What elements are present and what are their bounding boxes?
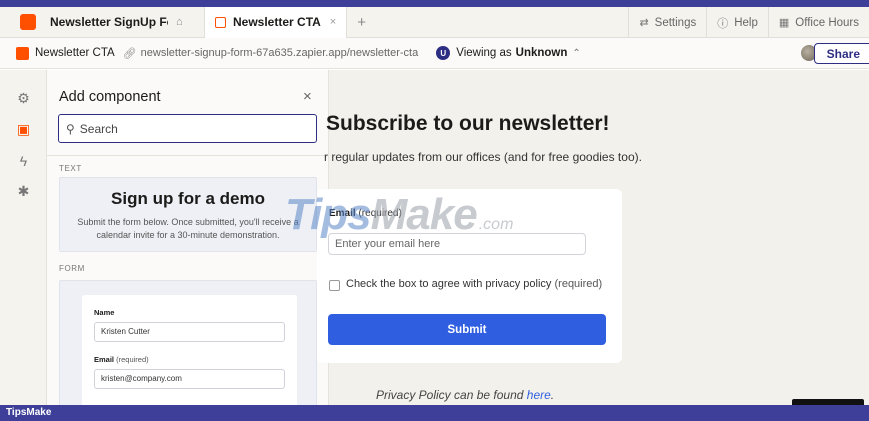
share-button[interactable]: Share: [813, 43, 869, 64]
home-icon[interactable]: ⌂: [176, 16, 190, 28]
close-tab-icon[interactable]: ×: [330, 16, 336, 28]
section-label-form: FORM: [59, 264, 85, 273]
checkbox-required: (required): [554, 278, 603, 290]
privacy-note: Privacy Policy can be found here.: [376, 388, 554, 402]
panel-title: Add component: [59, 89, 161, 105]
privacy-checkbox[interactable]: [329, 280, 340, 291]
link-icon[interactable]: 🔗︎: [123, 47, 137, 60]
chevron-updown-icon: ⌃: [572, 47, 581, 59]
footer-strip: TipsMake: [0, 405, 869, 421]
form-email-field: kristen@company.com: [94, 369, 285, 389]
office-hours-label: Office Hours: [795, 16, 859, 29]
privacy-text: Privacy Policy can be found: [376, 388, 524, 402]
viewing-prefix: Viewing as: [456, 47, 512, 59]
close-icon[interactable]: ×: [303, 88, 312, 105]
tab-bar: Newsletter SignUp Fo... ⌂ Newsletter CTA…: [0, 7, 869, 38]
lightning-icon[interactable]: ϟ: [15, 153, 32, 170]
submit-button[interactable]: Submit: [328, 314, 606, 345]
search-input[interactable]: [79, 121, 300, 136]
bug-icon[interactable]: ✱: [15, 183, 32, 200]
tab-newsletter-cta[interactable]: Newsletter CTA ×: [204, 7, 348, 38]
text-card-heading: Sign up for a demo: [111, 189, 265, 208]
settings-label: Settings: [654, 16, 697, 29]
signup-form-card: Email (required) Check the box to agree …: [317, 189, 622, 363]
components-icon[interactable]: ▣: [15, 121, 32, 138]
help-button[interactable]: ⓘ Help: [706, 7, 768, 38]
email-label: Email (required): [329, 208, 402, 219]
footer-label: TipsMake: [6, 407, 52, 418]
form-preview: Name Kristen Cutter Email (required) kri…: [82, 295, 297, 405]
search-box[interactable]: ⚲: [58, 114, 317, 143]
help-label: Help: [734, 16, 758, 29]
help-icon: ⓘ: [717, 17, 729, 30]
viewing-as-selector[interactable]: U Viewing as Unknown ⌃: [436, 46, 581, 60]
zapier-logo-icon[interactable]: [20, 14, 36, 30]
tab-bar-actions: ⇄ Settings ⓘ Help ▦ Office Hours: [628, 7, 869, 38]
browser-frame: Newsletter SignUp Fo... ⌂ Newsletter CTA…: [0, 7, 869, 405]
section-label-text: TEXT: [59, 164, 82, 173]
divider: [47, 155, 328, 156]
checkbox-label-text: Check the box to agree with privacy poli…: [346, 278, 552, 290]
search-icon: ⚲: [66, 121, 75, 136]
add-component-panel: Add component × ⚲ TEXT Sign up for a dem…: [47, 70, 329, 405]
form-email-label-text: Email: [94, 355, 115, 364]
privacy-period: .: [550, 388, 555, 402]
privacy-link[interactable]: here: [527, 388, 551, 402]
page-logo-icon: [16, 46, 29, 60]
page-icon: [215, 16, 226, 28]
page-url[interactable]: newsletter-signup-form-67a635.zapier.app…: [141, 47, 419, 59]
text-card-body: Submit the form below. Once submitted, y…: [77, 217, 299, 240]
page-title: Newsletter CTA: [35, 47, 115, 59]
viewer-avatar: U: [436, 46, 451, 60]
email-label-text: Email: [329, 208, 356, 219]
form-name-label: Name: [94, 308, 115, 317]
calendar-icon: ▦: [778, 17, 790, 29]
settings-arrows-icon: ⇄: [639, 17, 649, 29]
gear-icon[interactable]: ⚙: [15, 90, 32, 107]
url-bar: Newsletter CTA 🔗︎ newsletter-signup-form…: [0, 38, 869, 69]
left-rail: ⚙ ▣ ϟ ✱: [0, 70, 47, 405]
office-hours-button[interactable]: ▦ Office Hours: [767, 7, 869, 38]
form-email-label: Email (required): [94, 355, 149, 364]
form-name-field: Kristen Cutter: [94, 322, 285, 342]
privacy-checkbox-label: Check the box to agree with privacy poli…: [346, 278, 602, 290]
newsletter-subtitle: r regular updates from our offices (and …: [324, 150, 642, 164]
page-canvas: Subscribe to our newsletter! r regular u…: [317, 70, 869, 405]
viewing-user: Unknown: [515, 47, 568, 59]
form-email-required: (required): [116, 355, 149, 364]
add-tab-icon[interactable]: +: [357, 14, 366, 31]
settings-button[interactable]: ⇄ Settings: [628, 7, 706, 38]
email-required: (required): [358, 208, 402, 219]
tab-workspace[interactable]: Newsletter SignUp Fo...: [50, 15, 168, 29]
tab-label: Newsletter CTA: [233, 15, 321, 29]
text-component-card[interactable]: Sign up for a demo Submit the form below…: [59, 177, 317, 252]
newsletter-heading: Subscribe to our newsletter!: [326, 112, 610, 135]
email-field[interactable]: [328, 233, 586, 255]
form-component-card[interactable]: Name Kristen Cutter Email (required) kri…: [59, 280, 317, 405]
